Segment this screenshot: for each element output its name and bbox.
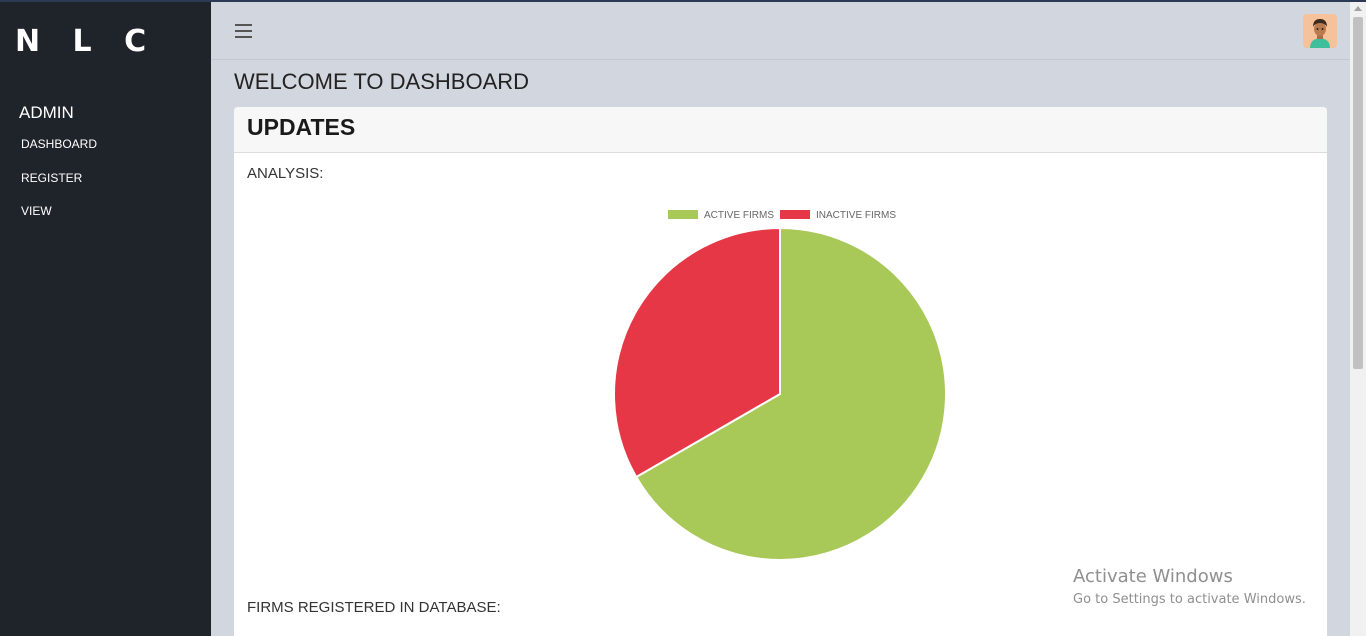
top-bar — [211, 2, 1350, 60]
legend-swatch-0[interactable] — [668, 210, 698, 219]
main-content: WELCOME TO DASHBOARD UPDATES ANALYSIS: A… — [211, 2, 1350, 636]
updates-card: UPDATES ANALYSIS: ACTIVE FIRMS INACTIVE F… — [234, 107, 1327, 636]
card-header: UPDATES — [234, 107, 1327, 153]
legend-label-1[interactable]: INACTIVE FIRMS — [816, 210, 896, 221]
firms-registered-label: FIRMS REGISTERED IN DATABASE: — [247, 599, 501, 616]
hamburger-icon[interactable] — [235, 24, 252, 38]
page-title: WELCOME TO DASHBOARD — [234, 69, 530, 94]
sidebar-role-label: ADMIN — [19, 103, 74, 122]
scroll-thumb[interactable] — [1353, 17, 1363, 369]
scrollbar[interactable] — [1350, 2, 1366, 636]
avatar-icon — [1303, 14, 1337, 48]
sidebar: N L C ADMIN DASHBOARD REGISTER VIEW — [0, 2, 211, 636]
user-avatar[interactable] — [1303, 14, 1337, 48]
activate-windows-title: Activate Windows — [1073, 566, 1233, 587]
card-title: UPDATES — [247, 114, 356, 140]
sidebar-item-view[interactable]: VIEW — [21, 204, 52, 218]
activate-windows-subtitle: Go to Settings to activate Windows. — [1073, 592, 1306, 607]
pie-chart: ACTIVE FIRMS INACTIVE FIRMS — [613, 210, 947, 561]
legend-swatch-1[interactable] — [780, 210, 810, 219]
sidebar-item-dashboard[interactable]: DASHBOARD — [21, 137, 97, 151]
brand-logo: N L C — [15, 24, 158, 59]
scroll-up-icon[interactable] — [1354, 6, 1362, 11]
legend-label-0[interactable]: ACTIVE FIRMS — [704, 210, 774, 221]
sidebar-item-register[interactable]: REGISTER — [21, 171, 82, 185]
